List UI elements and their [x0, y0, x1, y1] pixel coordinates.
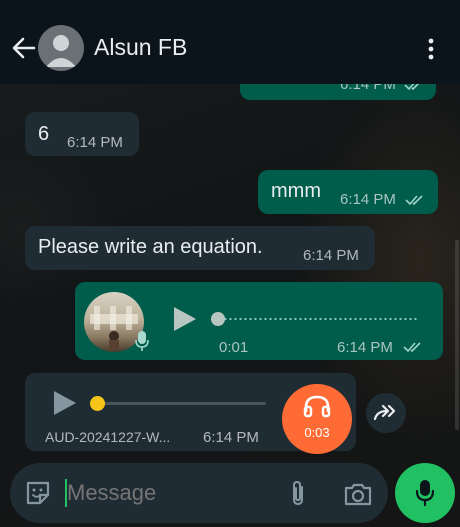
- contact-avatar[interactable]: [38, 25, 84, 71]
- chat-header: Alsun FB: [0, 0, 460, 84]
- message-text: mmm: [271, 180, 321, 202]
- mic-icon: [135, 331, 149, 351]
- message-bubble-incoming[interactable]: 6 6:14 PM: [25, 112, 139, 156]
- message-bubble-incoming[interactable]: Please write an equation. 6:14 PM: [25, 226, 375, 270]
- forward-icon: [373, 404, 396, 421]
- message-bubble-outgoing[interactable]: mmm 6:14 PM: [258, 170, 438, 214]
- message-time: 6:14 PM: [303, 247, 359, 264]
- message-time: 6:14 PM: [203, 429, 259, 446]
- message-time: 6:14 PM: [340, 191, 396, 208]
- back-arrow-icon[interactable]: [8, 33, 38, 63]
- message-time: 6:14 PM: [67, 134, 123, 151]
- voice-record-button[interactable]: [395, 463, 455, 523]
- chat-scrollbar[interactable]: [455, 240, 459, 430]
- voice-duration: 0:01: [219, 339, 249, 356]
- attach-icon[interactable]: [288, 479, 308, 507]
- contact-name[interactable]: Alsun FB: [94, 34, 187, 61]
- voice-progress-thumb[interactable]: [211, 312, 225, 326]
- audio-progress-thumb[interactable]: [90, 396, 105, 411]
- message-time: 6:14 PM: [337, 339, 393, 356]
- sticker-icon[interactable]: [24, 479, 52, 507]
- audio-progress-track[interactable]: [98, 402, 266, 405]
- forward-button[interactable]: [366, 393, 406, 433]
- camera-icon[interactable]: [343, 481, 373, 507]
- message-composer: [10, 463, 388, 523]
- double-check-icon: [405, 195, 423, 206]
- headphones-icon: [303, 395, 331, 418]
- avatar-placeholder-icon: [46, 35, 76, 67]
- play-icon[interactable]: [52, 389, 78, 417]
- message-input[interactable]: [67, 477, 267, 509]
- audio-filename: AUD-20241227-W...: [45, 429, 171, 445]
- headphones-badge[interactable]: 0:03: [282, 384, 352, 454]
- message-text: Please write an equation.: [38, 236, 263, 258]
- double-check-icon: [403, 342, 421, 353]
- more-vert-icon[interactable]: [418, 36, 444, 62]
- headphones-badge-time: 0:03: [304, 425, 330, 440]
- voice-progress-track[interactable]: [218, 318, 418, 320]
- message-text: 6: [38, 123, 50, 145]
- voice-message-bubble[interactable]: 0:01 6:14 PM: [75, 282, 443, 360]
- mic-icon: [415, 480, 435, 507]
- play-icon[interactable]: [172, 305, 198, 333]
